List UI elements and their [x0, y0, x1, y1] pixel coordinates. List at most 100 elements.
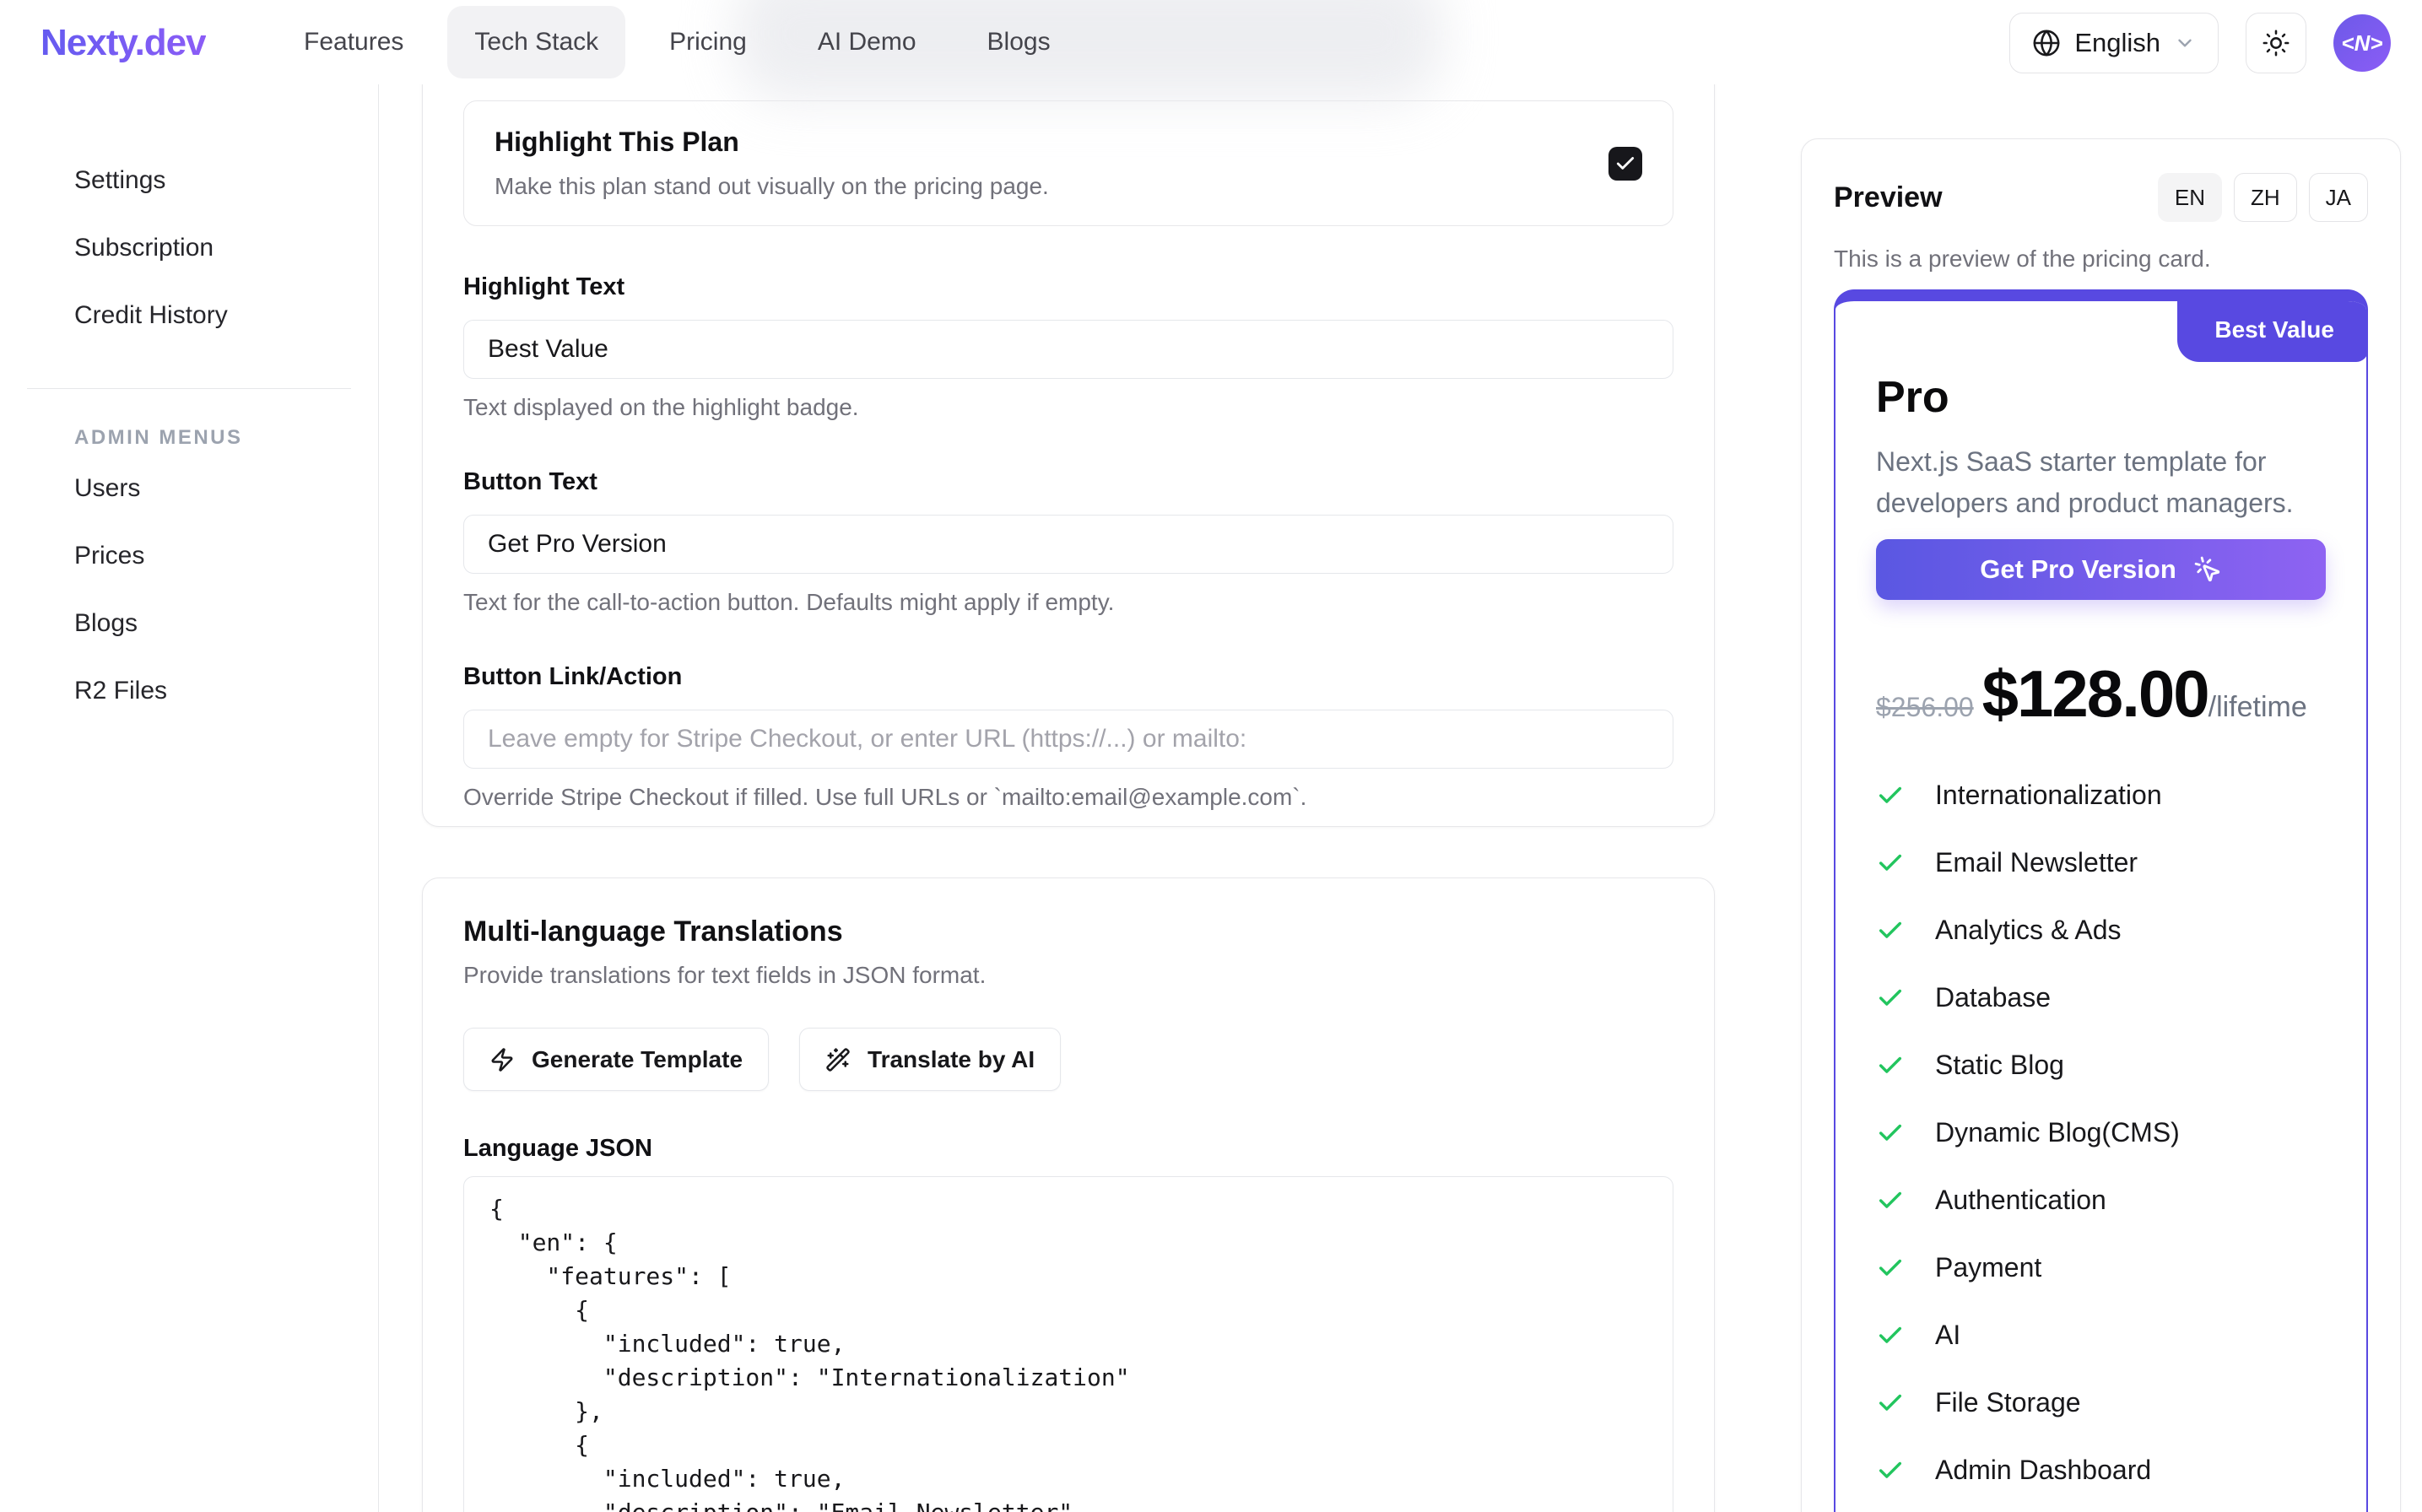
sidebar-item-users[interactable]: Users	[0, 455, 378, 522]
language-json-editor[interactable]: { "en": { "features": [ { "included": tr…	[463, 1176, 1673, 1512]
sidebar-item-settings[interactable]: Settings	[0, 147, 378, 214]
sun-icon	[2262, 29, 2290, 57]
button-text-label: Button Text	[463, 468, 1673, 496]
preview-title: Preview	[1834, 181, 1943, 214]
feature-item: Authentication	[1876, 1185, 2326, 1216]
pricing-card: Best Value Pro Next.js SaaS starter temp…	[1834, 289, 2368, 1512]
generate-template-label: Generate Template	[532, 1046, 743, 1073]
check-icon	[1876, 916, 1905, 945]
language-selector[interactable]: English	[2009, 13, 2219, 73]
feature-label: Static Blog	[1935, 1050, 2064, 1081]
button-text-input[interactable]	[463, 515, 1673, 574]
feature-item: Internationalization	[1876, 780, 2326, 811]
translations-subtitle: Provide translations for text fields in …	[463, 962, 1673, 989]
sidebar-item-subscription[interactable]: Subscription	[0, 214, 378, 282]
generate-template-button[interactable]: Generate Template	[463, 1028, 769, 1091]
wand-sparkles-icon	[825, 1047, 851, 1072]
feature-label: Email Newsletter	[1935, 847, 2138, 878]
check-icon	[1876, 849, 1905, 878]
check-icon	[1876, 1389, 1905, 1418]
check-icon	[1876, 1186, 1905, 1215]
highlight-text-input[interactable]	[463, 320, 1673, 379]
preview-panel: Preview EN ZH JA This is a preview of th…	[1801, 138, 2401, 1512]
language-label: English	[2074, 28, 2160, 58]
button-text-help: Text for the call-to-action button. Defa…	[463, 589, 1673, 616]
get-pro-version-button[interactable]: Get Pro Version	[1876, 539, 2326, 600]
nav-item-features[interactable]: Features	[304, 28, 403, 57]
user-avatar[interactable]: <N>	[2333, 14, 2391, 72]
nav-item-blogs[interactable]: Blogs	[987, 28, 1051, 57]
translate-by-ai-button[interactable]: Translate by AI	[799, 1028, 1061, 1091]
price-interval: /lifetime	[2208, 691, 2307, 724]
feature-item: Payment	[1876, 1252, 2326, 1283]
chevron-down-icon	[2174, 32, 2196, 54]
zap-icon	[489, 1047, 515, 1072]
feature-label: Admin Dashboard	[1935, 1455, 2151, 1486]
check-icon	[1876, 1254, 1905, 1282]
feature-label: File Storage	[1935, 1387, 2081, 1418]
nav-item-pricing[interactable]: Pricing	[669, 28, 747, 57]
sidebar-item-blogs[interactable]: Blogs	[0, 590, 378, 657]
feature-label: Internationalization	[1935, 780, 2162, 811]
nav-links: Features Tech Stack Pricing AI Demo Blog…	[304, 0, 1051, 84]
preview-language-tabs: EN ZH JA	[2158, 173, 2368, 222]
cta-label: Get Pro Version	[1980, 554, 2176, 585]
feature-list: Internationalization Email Newsletter An…	[1876, 780, 2326, 1512]
language-json-label: Language JSON	[463, 1135, 1673, 1163]
plan-name: Pro	[1876, 372, 2326, 423]
sidebar-section-label: ADMIN MENUS	[74, 426, 378, 450]
translations-title: Multi-language Translations	[463, 915, 1673, 948]
check-icon	[1876, 1321, 1905, 1350]
language-json-code: { "en": { "features": [ { "included": tr…	[489, 1192, 1647, 1512]
feature-label: Analytics & Ads	[1935, 915, 2122, 946]
highlight-text-help: Text displayed on the highlight badge.	[463, 394, 1673, 421]
feature-item: Dynamic Blog(CMS)	[1876, 1117, 2326, 1148]
feature-item: AI	[1876, 1320, 2326, 1351]
feature-label: Authentication	[1935, 1185, 2106, 1216]
tab-ja[interactable]: JA	[2309, 173, 2368, 222]
feature-item: Database	[1876, 982, 2326, 1013]
feature-item: Email Newsletter	[1876, 847, 2326, 878]
sidebar-item-prices[interactable]: Prices	[0, 522, 378, 590]
translations-actions: Generate Template Translate by AI	[463, 1028, 1673, 1091]
highlight-plan-title: Highlight This Plan	[495, 127, 1049, 158]
nav-right-controls: English <N>	[2009, 13, 2391, 73]
plan-description: Next.js SaaS starter template for develo…	[1876, 441, 2298, 524]
theme-toggle-button[interactable]	[2246, 13, 2306, 73]
highlight-plan-checkbox[interactable]	[1608, 147, 1642, 181]
highlight-text-label: Highlight Text	[463, 273, 1673, 301]
sidebar: Settings Subscription Credit History ADM…	[0, 84, 379, 1512]
preview-header: Preview EN ZH JA	[1834, 173, 2368, 222]
feature-item: Admin Dashboard	[1876, 1455, 2326, 1486]
original-price: $256.00	[1876, 692, 1974, 723]
mouse-pointer-click-icon	[2193, 555, 2222, 584]
feature-label: Payment	[1935, 1252, 2041, 1283]
feature-label: Database	[1935, 982, 2051, 1013]
globe-icon	[2032, 29, 2061, 57]
button-link-help: Override Stripe Checkout if filled. Use …	[463, 784, 1673, 811]
nav-item-ai-demo[interactable]: AI Demo	[818, 28, 916, 57]
nav-item-tech-stack[interactable]: Tech Stack	[447, 6, 625, 78]
feature-item: Analytics & Ads	[1876, 915, 2326, 946]
feature-item: File Storage	[1876, 1387, 2326, 1418]
sidebar-item-r2-files[interactable]: R2 Files	[0, 657, 378, 725]
highlight-plan-box: Highlight This Plan Make this plan stand…	[463, 100, 1673, 226]
top-navigation: Nexty.dev Features Tech Stack Pricing AI…	[0, 0, 2422, 84]
check-icon	[1876, 1119, 1905, 1148]
current-price: $128.00	[1982, 656, 2208, 732]
highlight-plan-description: Make this plan stand out visually on the…	[495, 173, 1049, 200]
plan-settings-card: Highlight This Plan Make this plan stand…	[422, 0, 1715, 827]
check-icon	[1876, 1051, 1905, 1080]
feature-label: Dynamic Blog(CMS)	[1935, 1117, 2180, 1148]
sidebar-item-credit-history[interactable]: Credit History	[0, 282, 378, 349]
button-link-input[interactable]	[463, 710, 1673, 769]
highlight-plan-texts: Highlight This Plan Make this plan stand…	[495, 127, 1049, 200]
page: Nexty.dev Features Tech Stack Pricing AI…	[0, 0, 2422, 1512]
tab-zh[interactable]: ZH	[2234, 173, 2297, 222]
logo[interactable]: Nexty.dev	[41, 22, 206, 64]
translations-card: Multi-language Translations Provide tran…	[422, 878, 1715, 1512]
feature-item: Static Blog	[1876, 1050, 2326, 1081]
check-icon	[1876, 984, 1905, 1012]
feature-label: AI	[1935, 1320, 1960, 1351]
tab-en[interactable]: EN	[2158, 173, 2222, 222]
